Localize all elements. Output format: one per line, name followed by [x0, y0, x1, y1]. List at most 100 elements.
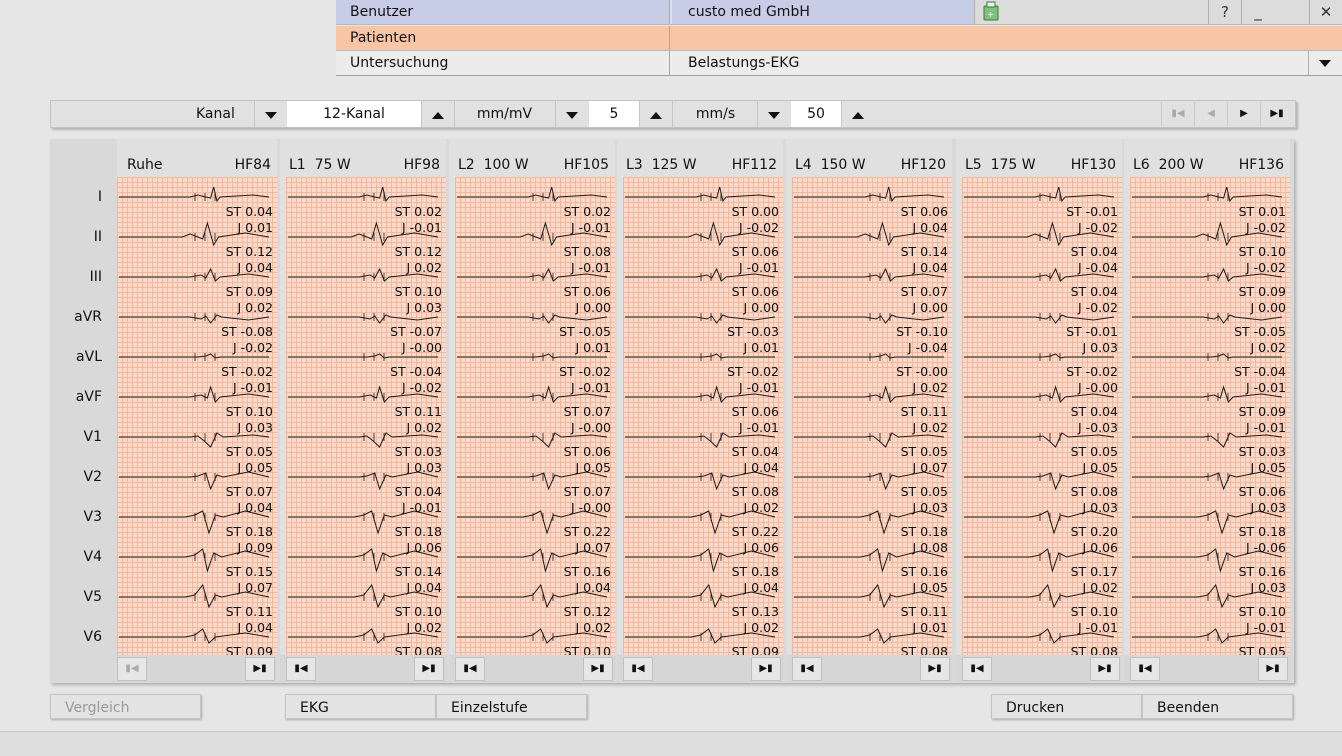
scroll-start-icon[interactable]: ▮◀ [623, 657, 653, 681]
j-value: J 0.00 [912, 300, 949, 315]
lead-label: aVR [74, 309, 102, 325]
scroll-end-icon[interactable]: ▶▮ [245, 657, 275, 681]
stage-scrollbar[interactable]: ▮◀ ▶▮ [117, 655, 277, 683]
st-value: ST 0.12 [564, 604, 611, 619]
prev-page-icon[interactable]: ◀ [1194, 102, 1227, 126]
j-value: J 0.03 [1250, 500, 1287, 515]
drucken-button[interactable]: Drucken [991, 694, 1142, 719]
ecg-strip[interactable]: ST 0.02 ST 0.08 ST 0.06 ST -0.05 ST -0.02 ST … [455, 177, 615, 655]
scroll-end-icon[interactable]: ▶▮ [1090, 657, 1120, 681]
last-page-icon[interactable]: ▶▮ [1260, 102, 1293, 126]
untersuchung-value[interactable]: Belastungs-EKG [672, 51, 1342, 75]
j-value: J -0.00 [570, 420, 611, 435]
stage-name: Ruhe [127, 157, 163, 173]
ecg-svg: ST 0.02 ST 0.12 ST 0.10 ST -0.07 ST -0.04 ST … [288, 186, 443, 655]
stage-header: L4 150 W HF120 [786, 139, 952, 177]
j-value: J -0.02 [1077, 300, 1118, 315]
kanal-up-button[interactable] [421, 101, 454, 127]
j-value: J -0.02 [232, 340, 273, 355]
j-value: J -0.01 [401, 500, 442, 515]
stage-name: L6 200 W [1133, 157, 1204, 173]
stage-name: L3 125 W [626, 157, 697, 173]
scroll-end-icon[interactable]: ▶▮ [414, 657, 444, 681]
st-value: ST -0.02 [221, 364, 273, 379]
ecg-svg: ST 0.00 ST 0.06 ST 0.06 ST -0.03 ST -0.02 ST … [625, 186, 780, 655]
stage-scrollbar[interactable]: ▮◀ ▶▮ [280, 655, 446, 683]
kanal-down-button[interactable] [254, 101, 287, 127]
j-value: J -0.04 [907, 340, 948, 355]
scroll-start-icon[interactable]: ▮◀ [1130, 657, 1160, 681]
help-button[interactable]: ? [1208, 0, 1241, 24]
st-value: ST 0.03 [1239, 444, 1286, 459]
ecg-strip[interactable]: ST 0.06 ST 0.14 ST 0.07 ST -0.10 ST -0.00 ST … [792, 177, 952, 655]
patienten-value[interactable] [672, 26, 1342, 50]
gain-down-button[interactable] [555, 101, 588, 127]
gain-value[interactable]: 5 [589, 101, 639, 127]
st-value: ST -0.10 [896, 324, 948, 339]
st-value: ST 0.08 [1071, 484, 1118, 499]
benutzer-value[interactable]: custo med GmbH [672, 0, 974, 24]
stage-scrollbar[interactable]: ▮◀ ▶▮ [449, 655, 615, 683]
st-value: ST 0.18 [732, 564, 779, 579]
beenden-button[interactable]: Beenden [1142, 694, 1293, 719]
untersuchung-dropdown-button[interactable] [1308, 51, 1342, 75]
stage-heart-rate: HF130 [1070, 157, 1116, 173]
header: Benutzer custo med GmbH + ? _ ✕ Patiente… [336, 0, 1342, 76]
stage-name: L4 150 W [795, 157, 866, 173]
scroll-start-icon[interactable]: ▮◀ [286, 657, 316, 681]
close-button[interactable]: ✕ [1309, 0, 1342, 24]
st-value: ST 0.11 [901, 404, 948, 419]
j-value: J 0.03 [912, 500, 949, 515]
stage-scrollbar[interactable]: ▮◀ ▶▮ [786, 655, 952, 683]
ecg-strip[interactable]: ST 0.01 ST 0.10 ST 0.09 ST -0.05 ST -0.04 ST … [1130, 177, 1290, 655]
j-value: J 0.02 [237, 300, 274, 315]
speed-up-button[interactable] [841, 101, 874, 127]
user-add-icon[interactable]: + [974, 0, 1007, 24]
j-value: J -0.01 [570, 380, 611, 395]
scroll-start-icon[interactable]: ▮◀ [792, 657, 822, 681]
scroll-start-icon[interactable]: ▮◀ [962, 657, 992, 681]
st-value: ST 0.22 [564, 524, 611, 539]
kanal-value[interactable]: 12-Kanal [287, 101, 421, 127]
stage-header: L6 200 W HF136 [1124, 139, 1290, 177]
ecg-strip[interactable]: ST 0.00 ST 0.06 ST 0.06 ST -0.03 ST -0.02 ST … [623, 177, 783, 655]
ekg-button[interactable]: EKG [285, 694, 436, 719]
j-value: J -0.00 [570, 500, 611, 515]
stage-name: L5 175 W [965, 157, 1036, 173]
speed-value[interactable]: 50 [791, 101, 841, 127]
vergleich-button[interactable]: Vergleich [50, 694, 201, 719]
stage-scrollbar[interactable]: ▮◀ ▶▮ [617, 655, 783, 683]
st-value: ST 0.18 [226, 524, 273, 539]
einzelstufe-button[interactable]: Einzelstufe [436, 694, 587, 719]
st-value: ST 0.22 [732, 524, 779, 539]
chevron-down-icon [265, 112, 277, 119]
ecg-strip[interactable]: ST -0.01 ST 0.04 ST 0.04 ST -0.01 ST -0.02 ST… [962, 177, 1122, 655]
ecg-svg: ST 0.02 ST 0.08 ST 0.06 ST -0.05 ST -0.02 ST … [457, 186, 611, 655]
scroll-start-icon[interactable]: ▮◀ [117, 657, 147, 681]
st-value: ST 0.16 [564, 564, 611, 579]
st-value: ST 0.14 [901, 244, 948, 259]
scroll-end-icon[interactable]: ▶▮ [920, 657, 950, 681]
first-page-icon[interactable]: ▮◀ [1161, 102, 1194, 126]
scroll-end-icon[interactable]: ▶▮ [1258, 657, 1288, 681]
st-value: ST 0.06 [732, 284, 779, 299]
ecg-strip[interactable]: ST 0.02 ST 0.12 ST 0.10 ST -0.07 ST -0.04 ST … [286, 177, 446, 655]
speed-down-button[interactable] [757, 101, 790, 127]
j-value: J -0.01 [738, 380, 779, 395]
scroll-start-icon[interactable]: ▮◀ [455, 657, 485, 681]
ecg-strip[interactable]: ST 0.04 ST 0.12 ST 0.09 ST -0.08 ST -0.02 ST … [117, 177, 277, 655]
j-value: J 0.06 [743, 540, 780, 555]
next-page-icon[interactable]: ▶ [1227, 102, 1260, 126]
st-value: ST 0.12 [226, 244, 273, 259]
st-value: ST 0.17 [1071, 564, 1118, 579]
scroll-end-icon[interactable]: ▶▮ [583, 657, 613, 681]
st-value: ST 0.03 [395, 444, 442, 459]
gain-up-button[interactable] [639, 101, 672, 127]
stage-scrollbar[interactable]: ▮◀ ▶▮ [956, 655, 1122, 683]
j-value: J 0.03 [406, 300, 443, 315]
ecg-waveform [625, 186, 776, 203]
chevron-up-icon [852, 112, 864, 119]
minimize-button[interactable]: _ [1241, 0, 1274, 24]
stage-scrollbar[interactable]: ▮◀ ▶▮ [1124, 655, 1290, 683]
scroll-end-icon[interactable]: ▶▮ [751, 657, 781, 681]
